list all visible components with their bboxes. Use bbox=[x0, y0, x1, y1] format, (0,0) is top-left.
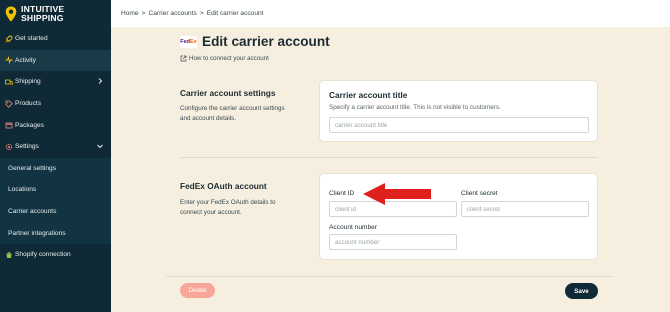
client-id-label: Client ID bbox=[329, 190, 355, 197]
tag-icon bbox=[4, 99, 13, 108]
sidebar-item-label: Packages bbox=[15, 121, 44, 129]
sidebar-subitem-label: Partner integrations bbox=[8, 229, 66, 237]
sidebar-item-packages[interactable]: Packages bbox=[0, 114, 111, 136]
breadcrumb-carrier-accounts-link[interactable]: Carrier accounts bbox=[148, 10, 196, 17]
fedex-logo: Fed Ex bbox=[180, 35, 197, 48]
settings-section-description: Configure the carrier account settings a… bbox=[180, 105, 285, 122]
settings-section-title: Carrier account settings bbox=[180, 88, 276, 98]
page-title: Edit carrier account bbox=[202, 34, 330, 49]
oauth-section-description: Enter your FedEx OAuth details to connec… bbox=[180, 199, 276, 216]
section-divider bbox=[180, 157, 598, 158]
brand-name: INTUITIVE SHIPPING bbox=[21, 5, 64, 22]
sidebar-subitem-label: Carrier accounts bbox=[8, 208, 57, 216]
chevron-down-icon bbox=[97, 144, 103, 149]
sidebar-item-label: Activity bbox=[15, 56, 36, 64]
save-button[interactable]: Save bbox=[565, 283, 598, 299]
truck-icon bbox=[4, 77, 13, 86]
location-pin-icon bbox=[5, 6, 17, 22]
sidebar-item-label: Shopify connection bbox=[15, 251, 71, 259]
rocket-icon bbox=[4, 34, 13, 43]
sidebar-subitem-general-settings[interactable]: General settings bbox=[0, 157, 111, 180]
oauth-section-title: FedEx OAuth account bbox=[180, 181, 267, 191]
sidebar-item-shipping[interactable]: Shipping bbox=[0, 71, 111, 93]
account-number-label: Account number bbox=[329, 224, 378, 231]
red-arrow-annotation-icon bbox=[363, 183, 431, 205]
breadcrumb: Home > Carrier accounts > Edit carrier a… bbox=[111, 0, 670, 27]
breadcrumb-separator: > bbox=[141, 10, 146, 17]
breadcrumb-home-link[interactable]: Home bbox=[121, 10, 139, 17]
external-link-icon bbox=[180, 55, 187, 62]
sidebar-item-activity[interactable]: Activity bbox=[0, 49, 111, 72]
sidebar-subitem-partner-integrations[interactable]: Partner integrations bbox=[0, 222, 111, 244]
sidebar-item-settings[interactable]: Settings bbox=[0, 136, 111, 158]
shopify-icon bbox=[4, 250, 13, 259]
brand-logo[interactable]: INTUITIVE SHIPPING bbox=[0, 0, 111, 28]
sidebar-item-label: Settings bbox=[15, 143, 39, 151]
carrier-account-title-input[interactable] bbox=[329, 117, 589, 133]
sidebar-item-get-started[interactable]: Get started bbox=[0, 28, 111, 50]
box-icon bbox=[4, 121, 13, 130]
card-title: Carrier account title bbox=[329, 90, 408, 100]
footer-divider bbox=[166, 276, 613, 277]
gear-icon bbox=[4, 142, 13, 151]
sidebar-item-label: Get started bbox=[15, 35, 48, 43]
fedex-logo-fed: Fed bbox=[180, 38, 191, 45]
help-link[interactable]: How to connect your account bbox=[180, 55, 269, 62]
carrier-account-title-card: Carrier account title Specify a carrier … bbox=[319, 80, 598, 142]
brand-line-2: SHIPPING bbox=[21, 13, 64, 23]
page-header: Fed Ex Edit carrier account bbox=[180, 34, 330, 49]
main-content: Fed Ex Edit carrier account How to connec… bbox=[111, 27, 670, 312]
sidebar-item-label: Shipping bbox=[15, 78, 41, 86]
client-secret-input[interactable] bbox=[461, 201, 589, 217]
sidebar-nav: Get started Activity Shipping Products P… bbox=[0, 28, 111, 266]
account-number-input[interactable] bbox=[329, 234, 457, 250]
sidebar: INTUITIVE SHIPPING Get started Activity … bbox=[0, 0, 111, 312]
chevron-right-icon bbox=[98, 78, 103, 85]
activity-icon bbox=[4, 56, 13, 65]
card-description: Specify a carrier account title. This is… bbox=[329, 104, 501, 111]
sidebar-subitem-carrier-accounts[interactable]: Carrier accounts bbox=[0, 200, 111, 223]
breadcrumb-separator: > bbox=[199, 10, 204, 17]
sidebar-subitem-label: Locations bbox=[8, 186, 37, 194]
sidebar-item-shopify-connection[interactable]: Shopify connection bbox=[0, 244, 111, 266]
sidebar-subitem-locations[interactable]: Locations bbox=[0, 179, 111, 201]
sidebar-subitem-label: General settings bbox=[8, 164, 57, 172]
client-secret-label: Client secret bbox=[461, 190, 498, 197]
help-link-label: How to connect your account bbox=[189, 55, 269, 62]
sidebar-item-products[interactable]: Products bbox=[0, 93, 111, 115]
breadcrumb-current: Edit carrier account bbox=[206, 10, 264, 17]
delete-button[interactable]: Delete bbox=[180, 283, 215, 298]
sidebar-item-label: Products bbox=[15, 100, 42, 108]
fedex-logo-ex: Ex bbox=[190, 38, 197, 45]
